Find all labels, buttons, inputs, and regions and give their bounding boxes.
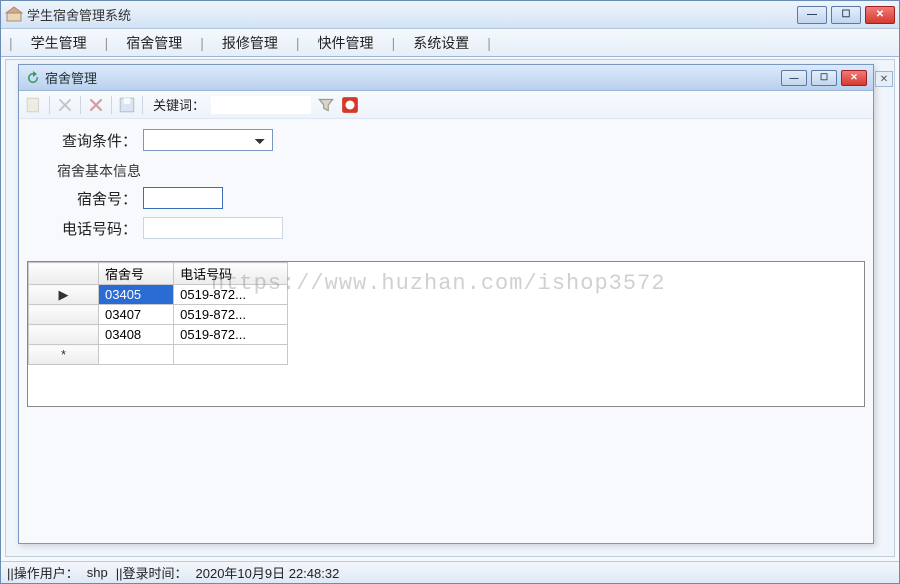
menu-dorm[interactable]: 宿舍管理 [124, 33, 184, 53]
app-icon [5, 6, 23, 24]
mdi-close-button[interactable]: ✕ [875, 71, 893, 87]
menu-student[interactable]: 学生管理 [29, 33, 89, 53]
main-window-controls: — ☐ ✕ [797, 6, 895, 24]
mdi-client-area: ✕ 宿舍管理 — ☐ ✕ [5, 59, 895, 557]
save-icon[interactable] [118, 96, 136, 114]
status-login-value: 2020年10月9日 22:48:32 [196, 563, 340, 582]
query-condition-label: 查询条件： [49, 130, 137, 151]
main-window: 学生宿舍管理系统 — ☐ ✕ | 学生管理 | 宿舍管理 | 报修管理 | 快件… [0, 0, 900, 584]
row-marker [29, 325, 99, 345]
form-area: 查询条件： 宿舍基本信息 宿舍号： 电话号码： [19, 119, 873, 255]
menu-settings[interactable]: 系统设置 [411, 33, 471, 53]
row-marker [29, 305, 99, 325]
toolbar-separator [111, 96, 112, 114]
table-row[interactable]: 03407 0519-872... [29, 305, 288, 325]
stop-icon[interactable] [341, 96, 359, 114]
child-minimize-button[interactable]: — [781, 70, 807, 86]
child-titlebar: 宿舍管理 — ☐ ✕ [19, 65, 873, 91]
cut-icon[interactable] [56, 96, 74, 114]
query-row: 查询条件： [49, 129, 853, 151]
child-maximize-button[interactable]: ☐ [811, 70, 837, 86]
menu-separator: | [296, 35, 300, 51]
delete-icon[interactable] [87, 96, 105, 114]
cell-dorm[interactable]: 03408 [99, 325, 174, 345]
refresh-icon [25, 70, 41, 86]
main-window-title: 学生宿舍管理系统 [27, 5, 797, 24]
maximize-button[interactable]: ☐ [831, 6, 861, 24]
status-user-label: ||操作用户： [7, 563, 79, 582]
close-button[interactable]: ✕ [865, 6, 895, 24]
table-row[interactable]: ▶ 03405 0519-872... [29, 285, 288, 305]
datagrid[interactable]: 宿舍号 电话号码 ▶ 03405 0519-872... 03407 0519-… [27, 261, 865, 407]
status-user-value: shp [87, 565, 108, 580]
phone-number-input[interactable] [143, 217, 283, 239]
toolbar-separator [142, 96, 143, 114]
dorm-number-label: 宿舍号： [63, 188, 137, 209]
filter-icon[interactable] [317, 96, 335, 114]
statusbar: ||操作用户： shp ||登录时间： 2020年10月9日 22:48:32 [1, 561, 899, 583]
cell-dorm[interactable]: 03405 [99, 285, 174, 305]
menu-express[interactable]: 快件管理 [316, 33, 376, 53]
phone-row: 电话号码： [49, 217, 853, 239]
toolbar-separator [49, 96, 50, 114]
keyword-input[interactable] [211, 96, 311, 114]
dorm-row: 宿舍号： [63, 187, 853, 209]
menu-separator: | [487, 35, 491, 51]
column-header-phone[interactable]: 电话号码 [174, 263, 288, 285]
child-window-title: 宿舍管理 [45, 68, 781, 87]
menu-separator: | [105, 35, 109, 51]
menubar: | 学生管理 | 宿舍管理 | 报修管理 | 快件管理 | 系统设置 | [1, 29, 899, 57]
basic-info-label: 宿舍基本信息 [57, 161, 853, 181]
child-window-controls: — ☐ ✕ [781, 70, 867, 86]
query-condition-select[interactable] [143, 129, 273, 151]
cell-dorm[interactable] [99, 345, 174, 365]
cell-dorm[interactable]: 03407 [99, 305, 174, 325]
cell-phone[interactable]: 0519-872... [174, 285, 288, 305]
toolbar-separator [80, 96, 81, 114]
cell-phone[interactable] [174, 345, 288, 365]
child-close-button[interactable]: ✕ [841, 70, 867, 86]
dorm-number-input[interactable] [143, 187, 223, 209]
column-header-dorm[interactable]: 宿舍号 [99, 263, 174, 285]
row-marker: ▶ [29, 285, 99, 305]
toolbar: 关键词： [19, 91, 873, 119]
cell-phone[interactable]: 0519-872... [174, 305, 288, 325]
menu-repair[interactable]: 报修管理 [220, 33, 280, 53]
new-row-marker: * [29, 345, 99, 365]
menu-separator: | [9, 35, 13, 51]
menu-separator: | [392, 35, 396, 51]
keyword-label: 关键词： [153, 95, 205, 114]
status-login-label: ||登录时间： [116, 563, 188, 582]
cell-phone[interactable]: 0519-872... [174, 325, 288, 345]
minimize-button[interactable]: — [797, 6, 827, 24]
row-header-corner [29, 263, 99, 285]
table-row[interactable]: 03408 0519-872... [29, 325, 288, 345]
menu-separator: | [200, 35, 204, 51]
child-window-dorm-manage: ✕ 宿舍管理 — ☐ ✕ [18, 64, 874, 544]
new-icon[interactable] [25, 96, 43, 114]
table-new-row[interactable]: * [29, 345, 288, 365]
phone-number-label: 电话号码： [49, 218, 137, 239]
main-titlebar: 学生宿舍管理系统 — ☐ ✕ [1, 1, 899, 29]
